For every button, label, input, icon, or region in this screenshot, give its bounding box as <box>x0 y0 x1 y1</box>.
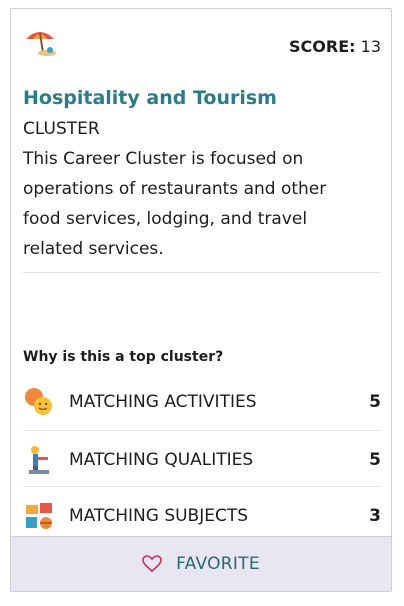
row-value: 3 <box>369 506 381 526</box>
divider <box>23 430 381 431</box>
cluster-description: This Career Cluster is focused on operat… <box>23 149 327 259</box>
row-label: MATCHING ACTIVITIES <box>69 392 257 412</box>
row-label: MATCHING SUBJECTS <box>69 506 249 526</box>
cluster-title[interactable]: Hospitality and Tourism <box>23 87 277 109</box>
why-heading: Why is this a top cluster? <box>23 349 224 365</box>
heart-outline-icon <box>142 555 162 573</box>
cluster-card: SCORE: 13 Hospitality and Tourism CLUSTE… <box>10 8 392 592</box>
card-header: SCORE: 13 <box>23 23 381 57</box>
favorite-label: FAVORITE <box>176 554 260 574</box>
score-label: SCORE: <box>289 37 356 56</box>
award-figure-icon <box>29 446 49 474</box>
cluster-type-label: CLUSTER <box>23 119 100 139</box>
divider <box>23 486 381 487</box>
beach-umbrella-icon <box>26 32 56 56</box>
row-label: MATCHING QUALITIES <box>69 450 254 470</box>
score-value: 13 <box>360 37 381 56</box>
subjects-icon <box>26 503 52 529</box>
matching-activities-row: MATCHING ACTIVITIES 5 <box>23 376 381 428</box>
faces-icon <box>25 388 52 415</box>
row-value: 5 <box>369 450 381 470</box>
favorite-button[interactable]: FAVORITE <box>11 536 391 591</box>
score: SCORE: 13 <box>289 37 381 56</box>
row-value: 5 <box>369 392 381 412</box>
divider <box>23 272 381 273</box>
matching-subjects-row: MATCHING SUBJECTS 3 <box>23 490 381 542</box>
matching-qualities-row: MATCHING QUALITIES 5 <box>23 434 381 486</box>
